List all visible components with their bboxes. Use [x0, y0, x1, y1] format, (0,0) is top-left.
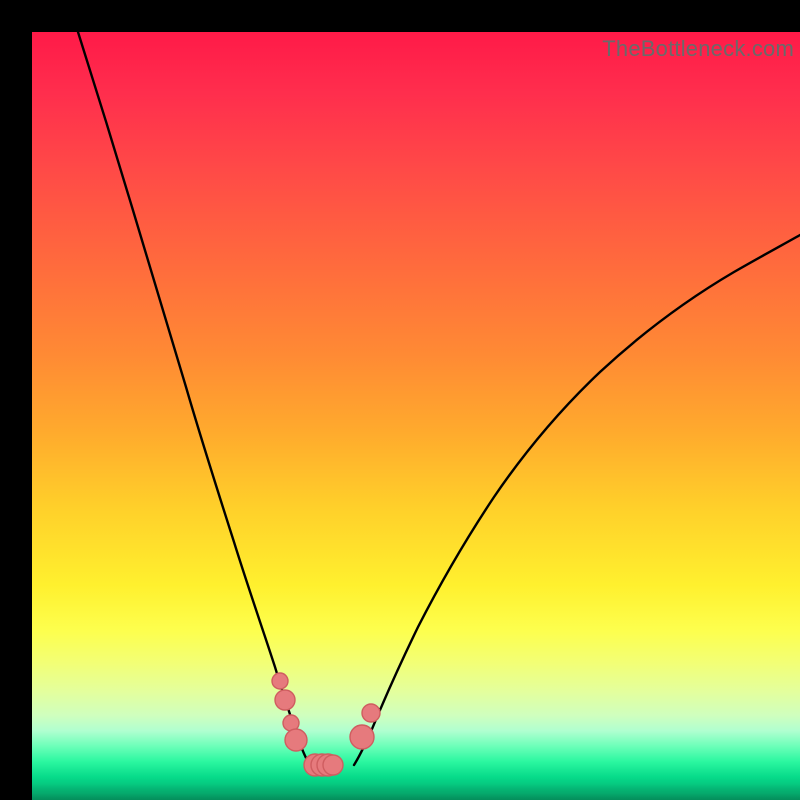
plot-area: TheBottleneck.com	[32, 32, 800, 800]
marker-dot	[285, 729, 307, 751]
marker-dot	[275, 690, 295, 710]
chart-frame: TheBottleneck.com	[0, 0, 800, 800]
right-curve	[354, 235, 800, 765]
marker-dot	[323, 755, 343, 775]
marker-dot	[272, 673, 288, 689]
marker-dot	[350, 725, 374, 749]
marker-dot	[362, 704, 380, 722]
valley-markers	[272, 673, 380, 776]
curve-layer	[32, 32, 800, 800]
left-curve	[78, 32, 310, 765]
